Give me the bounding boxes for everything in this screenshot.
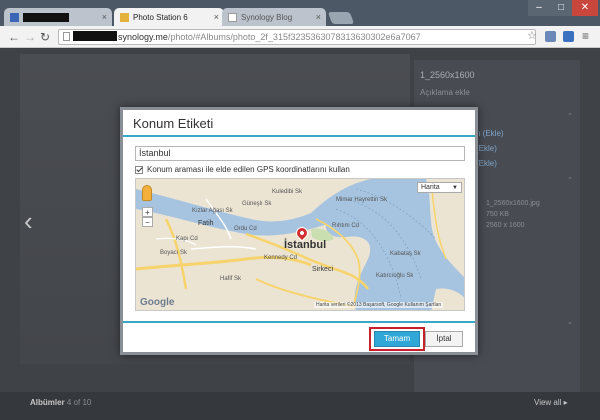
divider: [123, 135, 475, 137]
map-label-boyaci: Boyacı Sk: [160, 250, 188, 256]
url-path: /photo/#Albums/photo_2f_315f323536307831…: [167, 32, 421, 42]
view-all-link[interactable]: View all ▸: [534, 398, 568, 407]
tab-close-icon[interactable]: ×: [102, 12, 107, 22]
map-label-sirkeci: Sirkeci: [312, 266, 334, 273]
tab-photo-station[interactable]: Photo Station 6 ×: [114, 8, 224, 26]
info-links: n (Ekle) (Ekle) (Ekle): [476, 126, 504, 171]
map-label-kapi: Kapı Cd: [176, 236, 198, 242]
chevron-up-icon[interactable]: ⌃: [567, 176, 573, 184]
map-label-gunes: Güneşlı Sk: [242, 201, 272, 207]
divider: [123, 321, 475, 323]
tab-synology-blog[interactable]: Synology Blog ×: [222, 8, 326, 26]
gps-checkbox-label: Konum araması ile elde edilen GPS koordi…: [147, 165, 350, 174]
tab-label: [23, 12, 69, 22]
map-attribution[interactable]: Harita verileri ©2013 Başarsoft, Google …: [314, 302, 444, 308]
reload-icon[interactable]: ↻: [40, 30, 50, 44]
map-label-kuledibi: Kuledibi Sk: [272, 189, 303, 195]
map-label-kabatas: Kabataş Sk: [390, 251, 421, 257]
map-label-ordu: Ordu Cd: [234, 226, 257, 232]
map-label-katircioglu: Katırcıoğlu Sk: [376, 273, 414, 279]
browser-toolbar: ← → ↻ synology.me/photo/#Albums/photo_2f…: [0, 26, 600, 48]
bookmark-star-icon[interactable]: ☆: [527, 29, 537, 42]
google-logo: Google: [140, 297, 175, 308]
map-label-rihtim: Rıhtım Cd: [332, 223, 360, 229]
location-tag-dialog: Konum Etiketi İstanbul Konum araması ile…: [120, 107, 478, 355]
map-type-select[interactable]: Harita ▼: [417, 182, 462, 193]
photo-description[interactable]: Açıklama ekle: [420, 88, 470, 97]
add-link[interactable]: (Ekle): [476, 141, 504, 156]
address-bar[interactable]: synology.me/photo/#Albums/photo_2f_315f3…: [58, 29, 536, 45]
file-name: 1_2560x1600.jpg: [486, 200, 540, 207]
zoom-out-button[interactable]: −: [142, 217, 153, 227]
map-label-hafif: Hafif Sk: [220, 276, 242, 282]
dialog-title: Konum Etiketi: [133, 116, 214, 131]
extension-user-icon[interactable]: [545, 31, 556, 42]
tab-hidden[interactable]: ×: [4, 8, 112, 26]
chevron-down-icon[interactable]: ⌄: [567, 318, 573, 326]
street-view-pegman-icon[interactable]: [142, 185, 152, 201]
albums-label[interactable]: Albümler 4 of 10: [30, 398, 91, 407]
page-icon: [63, 32, 70, 41]
map-label-mimar: Mimar Hayrettin Sk: [336, 197, 388, 203]
back-arrow-icon[interactable]: ←: [8, 30, 20, 44]
zoom-in-button[interactable]: +: [142, 207, 153, 217]
tab-label: Photo Station 6: [133, 12, 188, 22]
tab-favicon-icon: [10, 12, 19, 22]
add-link[interactable]: n (Ekle): [476, 126, 504, 141]
file-dimensions: 2560 x 1600: [486, 222, 525, 229]
map-view[interactable]: Harita ▼ + − İstanbul Fatih Ordu Cd Sirke…: [135, 178, 465, 311]
map-label-fatih: Fatih: [198, 220, 214, 227]
new-tab-button[interactable]: [327, 12, 355, 24]
gps-option[interactable]: Konum araması ile elde edilen GPS koordi…: [135, 165, 350, 174]
previous-photo-icon[interactable]: ‹: [24, 206, 33, 237]
ok-button[interactable]: Tamam: [374, 331, 420, 347]
tab-close-icon[interactable]: ×: [316, 12, 321, 22]
map-label-kizlar: Kızlar Ağası Sk: [192, 208, 233, 214]
gps-checkbox[interactable]: [135, 165, 143, 174]
location-input[interactable]: İstanbul: [135, 146, 465, 161]
forward-arrow-icon[interactable]: →: [24, 30, 36, 44]
photo-station-favicon-icon: [120, 12, 129, 22]
extension-monitor-icon[interactable]: [563, 31, 574, 42]
close-window-button[interactable]: ✕: [572, 0, 598, 16]
map-label-kennedy: Kennedy Cd: [264, 255, 298, 261]
cancel-button[interactable]: İptal: [425, 331, 463, 347]
minimize-button[interactable]: –: [528, 0, 550, 16]
map-type-value: Harita: [421, 184, 440, 191]
blog-favicon-icon: [228, 12, 237, 22]
menu-icon[interactable]: ≡: [582, 29, 589, 43]
url-host: synology.me: [118, 32, 168, 42]
file-info: 1_2560x1600.jpg 750 KB 2560 x 1600: [486, 198, 540, 231]
map-label-istanbul: İstanbul: [284, 239, 327, 251]
browser-titlebar: × Photo Station 6 × Synology Blog × – □ …: [0, 0, 600, 26]
chevron-up-icon[interactable]: ⌃: [567, 112, 573, 120]
file-size: 750 KB: [486, 211, 509, 218]
caret-down-icon: ▼: [452, 185, 458, 191]
tab-label: Synology Blog: [241, 12, 293, 22]
redacted-host: [73, 31, 117, 41]
albums-count: 4 of 10: [66, 398, 92, 407]
photo-title: 1_2560x1600: [420, 70, 475, 80]
add-link[interactable]: (Ekle): [476, 156, 504, 171]
maximize-button[interactable]: □: [550, 0, 572, 16]
tab-close-icon[interactable]: ×: [214, 12, 219, 22]
